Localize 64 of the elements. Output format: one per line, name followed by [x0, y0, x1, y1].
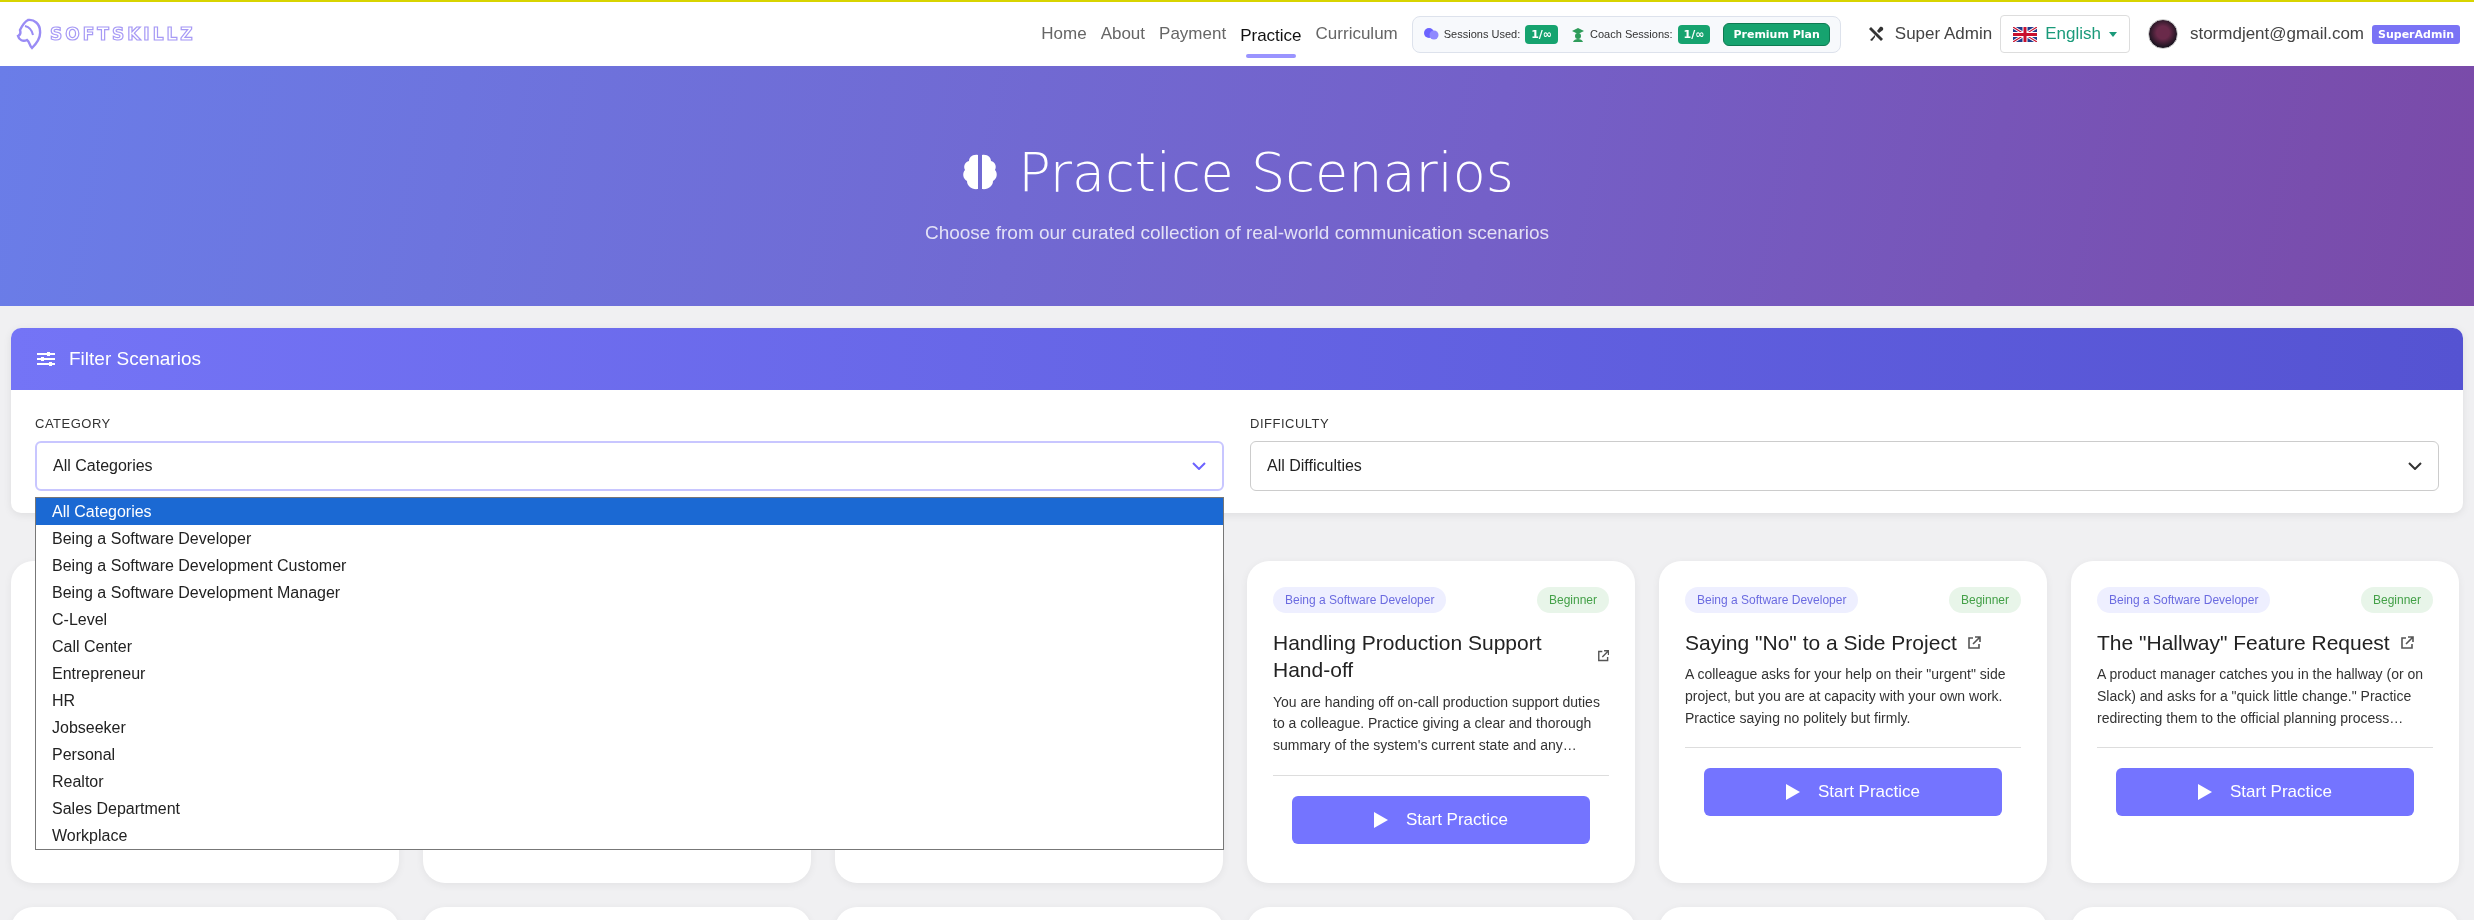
coach-sessions-count: 1/∞ — [1677, 24, 1711, 44]
category-label: CATEGORY — [35, 416, 112, 431]
category-option[interactable]: Entrepreneur — [36, 660, 1223, 687]
sliders-icon — [37, 351, 55, 367]
nav-link[interactable]: Curriculum — [1315, 14, 1398, 54]
category-select[interactable]: All Categories — [35, 441, 1224, 491]
sessions-count: 1/∞ — [1525, 24, 1559, 44]
user-email[interactable]: stormdjent@gmail.com — [2189, 24, 2365, 44]
user-avatar[interactable] — [2147, 19, 2178, 49]
external-link-icon[interactable] — [1966, 635, 1981, 650]
category-option[interactable]: Being a Software Development Manager — [36, 579, 1223, 606]
scenario-description: A product manager catches you in the hallway (or on Slack) and asks for a "quick little change." Practice redirecting them to the official planning process… — [2097, 665, 2425, 728]
role-badge: SuperAdmin — [2372, 24, 2460, 44]
category-option[interactable]: Sales Department — [36, 795, 1223, 822]
admin-link[interactable]: Super Admin — [1866, 24, 1993, 44]
nav-link[interactable]: About — [1100, 14, 1146, 54]
start-practice-button[interactable]: Start Practice — [2116, 768, 2414, 817]
category-tag: Being a Software Developer — [2097, 587, 2271, 613]
nav-link[interactable]: Payment — [1159, 14, 1227, 54]
category-option[interactable]: Workplace — [36, 822, 1223, 849]
category-option[interactable]: Jobseeker — [36, 714, 1223, 741]
chevron-down-icon — [1192, 462, 1206, 470]
external-link-icon[interactable] — [2399, 635, 2414, 650]
language-dropdown[interactable]: English — [2000, 15, 2130, 53]
sessions-label: Sessions Used: — [1443, 28, 1521, 40]
coach-sessions-label: Coach Sessions: — [1590, 28, 1673, 40]
play-icon — [2197, 784, 2212, 801]
scenario-title: Handling Production Support Hand-off — [1273, 630, 1543, 684]
difficulty-select[interactable]: All Difficulties — [1250, 441, 2439, 491]
play-icon — [1785, 784, 1800, 801]
category-option[interactable]: Being a Software Developer — [36, 525, 1223, 552]
category-option[interactable]: Being a Software Development Customer — [36, 552, 1223, 579]
nav-link[interactable]: Practice — [1240, 16, 1302, 60]
difficulty-label: DIFFICULTY — [1250, 416, 1331, 431]
page-subtitle: Choose from our curated collection of real-world communication scenarios — [924, 221, 1550, 244]
category-tag: Being a Software Developer — [1273, 587, 1447, 613]
category-option[interactable]: C-Level — [36, 606, 1223, 633]
category-tag: Being a Software Developer — [1685, 587, 1859, 613]
start-practice-button[interactable]: Start Practice — [1292, 795, 1590, 844]
difficulty-tag: Beginner — [1536, 587, 1609, 613]
chevron-down-icon — [2408, 462, 2422, 470]
scenario-description: A colleague asks for your help on their "urgent" side project, but you are at capacity with your own work. Practice saying no politely but firmly. — [1685, 665, 2007, 728]
difficulty-tag: Beginner — [1948, 587, 2021, 613]
filter-title: Filter Scenarios — [69, 348, 201, 370]
scenario-title: The "Hallway" Feature Request — [2097, 630, 2390, 656]
graduate-icon — [1571, 26, 1586, 42]
page-title: Practice Scenarios — [1018, 140, 1514, 204]
lion-head-icon — [14, 18, 44, 50]
difficulty-tag: Beginner — [2360, 587, 2433, 613]
category-option[interactable]: Personal — [36, 741, 1223, 768]
scenario-description: You are handing off on-call production support duties to a colleague. Practice giving a clear and thorough summary of the system's current state and any… — [1273, 692, 1601, 755]
category-option[interactable]: Realtor — [36, 768, 1223, 795]
nav-link[interactable]: Home — [1041, 14, 1087, 54]
category-option[interactable]: Call Center — [36, 633, 1223, 660]
category-option[interactable]: All Categories — [36, 498, 1223, 525]
play-icon — [1373, 811, 1388, 828]
flag-icon — [2013, 26, 2038, 42]
start-practice-button[interactable]: Start Practice — [1704, 768, 2002, 817]
category-option[interactable]: HR — [36, 687, 1223, 714]
external-link-icon[interactable] — [1596, 649, 1609, 664]
plan-badge: Premium Plan — [1723, 22, 1830, 46]
chat-icon — [1422, 27, 1439, 41]
scenario-title: Saying "No" to a Side Project — [1685, 630, 1957, 656]
caret-icon — [2108, 31, 2117, 37]
